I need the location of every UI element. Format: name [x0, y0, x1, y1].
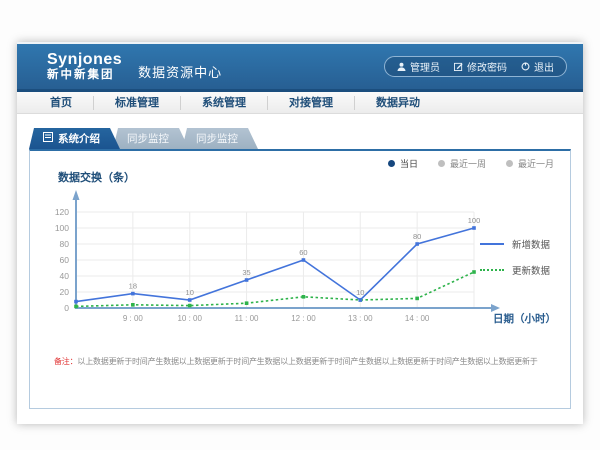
svg-text:12 : 00: 12 : 00	[291, 314, 316, 323]
legend-item-updated-data[interactable]: 更新数据	[480, 263, 550, 277]
radio-dot-icon	[388, 160, 395, 167]
x-axis-title: 日期（小时）	[493, 311, 556, 326]
logo-title: Synjones	[47, 52, 122, 69]
legend-item-new-data[interactable]: 新增数据	[480, 237, 550, 251]
svg-text:80: 80	[413, 232, 421, 241]
svg-text:120: 120	[55, 207, 69, 217]
svg-text:11 : 00: 11 : 00	[235, 314, 259, 323]
svg-text:13 : 00: 13 : 00	[348, 314, 373, 323]
header: Synjones 新中新集团 数据资源中心 管理员 修改密码 退出	[17, 44, 583, 89]
footnote: 备注：以上数据更新于时间产生数据以上数据更新于时间产生数据以上数据更新于时间产生…	[54, 356, 538, 367]
svg-text:40: 40	[60, 271, 70, 281]
nav-item-interface-mgmt[interactable]: 对接管理	[268, 96, 355, 110]
user-menu: 管理员 修改密码 退出	[384, 56, 567, 77]
chart-legend: 新增数据 更新数据	[480, 237, 550, 277]
tab-sync-monitor-2[interactable]: 同步监控	[182, 128, 258, 149]
radio-dot-icon	[506, 160, 513, 167]
range-filters: 当日 最近一周 最近一月	[388, 157, 554, 170]
filter-last-month[interactable]: 最近一月	[506, 157, 554, 170]
tab-bar: 系统介绍 同步监控 同步监控	[29, 128, 583, 149]
y-axis-title: 数据交换（条）	[58, 169, 135, 185]
logo: Synjones 新中新集团	[47, 52, 122, 81]
line-chart: 0 20 40 60 80 100 120 9 : 00 10 : 00 11 : 00 12 : …	[44, 185, 514, 335]
page-title: 数据资源中心	[138, 62, 222, 81]
tab-sync-monitor-1[interactable]: 同步监控	[113, 128, 189, 149]
footnote-text: 以上数据更新于时间产生数据以上数据更新于时间产生数据以上数据更新于时间产生数据以…	[77, 357, 537, 366]
radio-dot-icon	[438, 160, 445, 167]
tab-system-intro[interactable]: 系统介绍	[29, 128, 120, 149]
nav-item-system-mgmt[interactable]: 系统管理	[181, 96, 268, 110]
footnote-prefix: 备注：	[54, 357, 77, 366]
power-icon	[521, 62, 530, 71]
edit-icon	[454, 62, 463, 71]
svg-text:14 : 00: 14 : 00	[405, 314, 430, 323]
svg-text:10 : 00: 10 : 00	[177, 314, 202, 323]
chart-panel: 当日 最近一周 最近一月 数据交换（条） 0 20 40 60 80 100 120 9 : …	[29, 149, 571, 409]
user-icon	[397, 62, 406, 71]
svg-text:60: 60	[60, 255, 70, 265]
nav-item-data-change[interactable]: 数据异动	[355, 96, 441, 110]
svg-text:100: 100	[468, 216, 481, 225]
nav-item-standard-mgmt[interactable]: 标准管理	[94, 96, 181, 110]
dotted-line-icon	[480, 269, 504, 271]
main-nav: 首页 标准管理 系统管理 对接管理 数据异动	[17, 92, 583, 114]
logout-button[interactable]: 退出	[521, 59, 554, 74]
svg-text:20: 20	[60, 287, 70, 297]
svg-text:18: 18	[129, 282, 137, 291]
admin-button[interactable]: 管理员	[397, 59, 440, 74]
svg-text:10: 10	[356, 288, 364, 297]
svg-text:80: 80	[60, 239, 70, 249]
app-window: Synjones 新中新集团 数据资源中心 管理员 修改密码 退出 首页 标准管…	[17, 42, 583, 424]
svg-text:10: 10	[186, 288, 194, 297]
svg-text:9 : 00: 9 : 00	[123, 314, 144, 323]
filter-last-week[interactable]: 最近一周	[438, 157, 486, 170]
svg-text:60: 60	[299, 248, 307, 257]
svg-text:0: 0	[64, 303, 69, 313]
document-icon	[43, 132, 53, 145]
change-password-button[interactable]: 修改密码	[454, 59, 507, 74]
filter-today[interactable]: 当日	[388, 157, 418, 170]
solid-line-icon	[480, 243, 504, 245]
svg-text:100: 100	[55, 223, 69, 233]
logo-subtitle: 新中新集团	[47, 69, 122, 81]
svg-text:35: 35	[242, 268, 250, 277]
nav-item-home[interactable]: 首页	[29, 96, 94, 110]
